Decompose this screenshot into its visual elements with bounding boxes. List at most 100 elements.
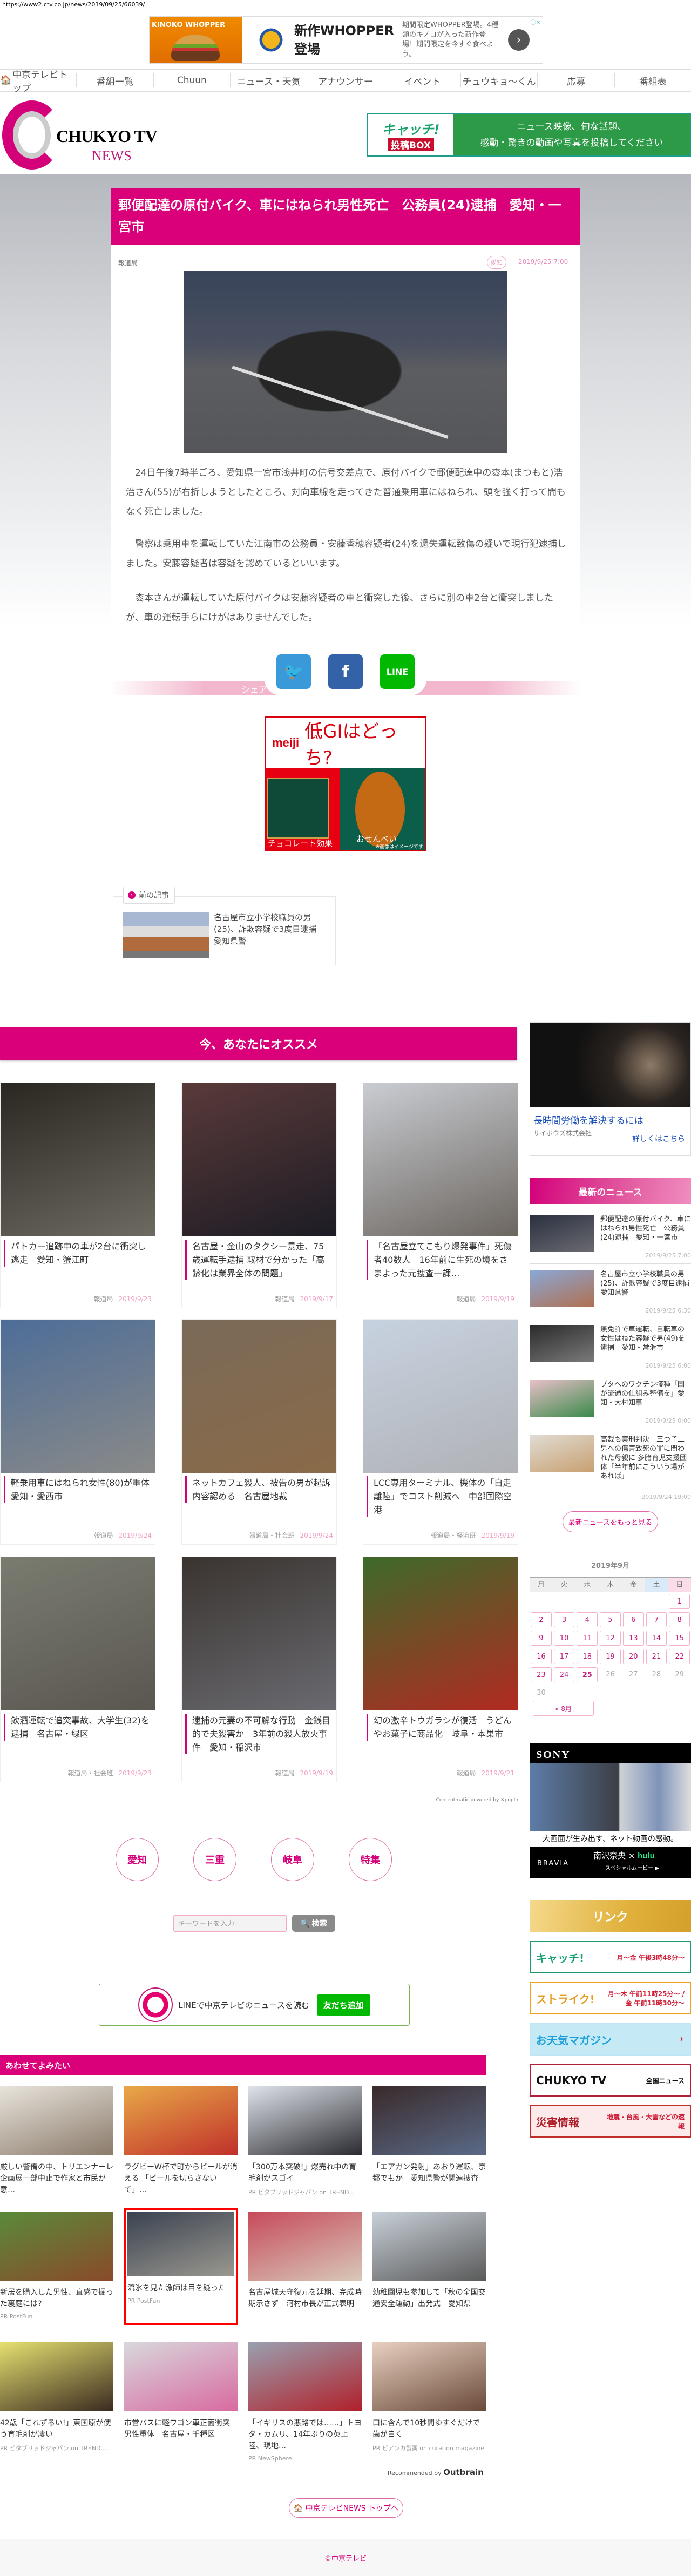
recommend-card[interactable]: 名古屋・金山のタクシー暴走、75歳運転手逮捕 取材で分かった「高齢化は業界全体の… [181,1083,337,1308]
awase-card[interactable]: 幼稚園児も参加して「秋の全国交通安全運動」出発式 愛知県 [372,2212,486,2310]
news-title[interactable]: 郵便配達の原付バイク、車にはねられ男性死亡 公務員(24)逮捕 愛知・一宮市 [600,1215,691,1242]
card-title[interactable]: LCC専用ターミナル、機体の「自走離陸」でコスト削減へ 中部国際空港 [367,1476,512,1517]
link-banner[interactable]: キャッチ! 月～金 午後3時48分～ [530,1941,691,1973]
calendar-day[interactable]: 20 [622,1649,644,1664]
calendar-day[interactable]: 2 [531,1612,552,1627]
card-title[interactable]: 「名古屋立てこもり爆発事件」死傷者40数人 16年前に生死の境をさまよった元捜査… [367,1240,512,1280]
news-title[interactable]: 高裁も実刑判決 三つ子二男への傷害致死の罪に問われた母親に 多胎育児支援団体「半… [600,1435,691,1481]
card-thumbnail[interactable] [182,1557,336,1710]
card-thumbnail[interactable] [127,2212,234,2276]
card-title[interactable]: 市営バスに軽ワゴン車正面衝突 男性重体 名古屋・千種区 [124,2418,238,2440]
calendar-day[interactable]: 4 [577,1612,598,1627]
awase-card[interactable]: 市営バスに軽ワゴン車正面衝突 男性重体 名古屋・千種区 [124,2342,238,2440]
line-add-friend-button[interactable]: 友だち追加 [316,1994,370,2016]
prev-article-title[interactable]: 名古屋市立小学校職員の男(25)、詐欺容疑で3度目逮捕 愛知県警 [214,911,324,947]
region-button[interactable]: 三重 [193,1838,236,1881]
card-thumbnail[interactable] [124,2342,238,2411]
awase-card[interactable]: ラグビーW杯で町からビールが消える 「ビールを切らさないで」… [124,2086,238,2196]
latest-news-item[interactable]: ブタへのワクチン接種「国が流通の仕組み整備を」愛知・大村知事 2019/9/25 … [530,1380,691,1429]
calendar-day[interactable]: 15 [669,1631,690,1646]
news-thumbnail[interactable] [530,1270,594,1307]
card-thumbnail[interactable] [363,1557,518,1710]
twitter-share-button[interactable]: 🐦 [276,654,311,689]
card-thumbnail[interactable] [363,1320,518,1473]
awase-card[interactable]: 名古屋城天守復元を延期、完成時期示さず 河村市長が正式表明 [248,2212,362,2310]
nav-item[interactable]: 応募 [538,73,615,87]
link-banner[interactable]: 災害情報 地震・台風・大雪などの速報 [530,2105,691,2138]
card-title[interactable]: 幻の激辛トウガラシが復活 うどんやお菓子に商品化 岐阜・本巣市 [367,1714,512,1741]
popin-credit[interactable]: Contentmatic powered by ✕popIn [0,1795,518,1803]
card-thumbnail[interactable] [182,1083,336,1236]
news-title[interactable]: 無免許で車運転、自転車の女性はねた容疑で男(49)を逮捕 愛知・常滑市 [600,1325,691,1353]
card-thumbnail[interactable] [1,1320,155,1473]
ad-choices-icon[interactable]: ⓘ✕ [531,18,540,26]
burger-king-ad[interactable]: KINOKO WHOPPER 新作WHOPPER登場 期間限定WHOPPER登場… [149,16,543,64]
card-thumbnail[interactable] [372,2212,486,2281]
calendar-prev-month[interactable]: « 8月 [533,1701,594,1716]
calendar-day[interactable]: 17 [553,1649,575,1664]
sony-bravia-ad[interactable]: SONY 大画面が生み出す、ネット動画の感動。 BRAVIA 南沢奈央 × hu… [530,1743,691,1878]
calendar-day[interactable]: 6 [622,1612,644,1627]
more-news-button[interactable]: 最新ニュースをもっと見る [563,1511,658,1532]
awase-card[interactable]: 新居を購入した男性、直感で掘った裏庭には? PR PostFun [0,2212,113,2320]
card-thumbnail[interactable] [248,2342,362,2411]
calendar-day[interactable]: 19 [600,1649,621,1664]
chukyo-tv-news-logo[interactable]: CHUKYO TV NEWS [0,100,162,171]
card-title[interactable]: 幼稚園児も参加して「秋の全国交通安全運動」出発式 愛知県 [372,2287,486,2310]
news-thumbnail[interactable] [530,1435,594,1472]
card-title[interactable]: 流氷を見た漁師は目を疑った [127,2283,234,2294]
ad-title[interactable]: 長時間労働を解決するには [533,1113,687,1126]
card-thumbnail[interactable] [182,1320,336,1473]
latest-news-item[interactable]: 名古屋市立小学校職員の男(25)、詐欺容疑で3度目逮捕 愛知県警 2019/9/2… [530,1270,691,1319]
awase-card[interactable]: 42歳「これずるい!」東国原が使う育毛剤が凄い PR ビタブリッドジャパン on … [0,2342,113,2452]
nav-item[interactable]: 🏠 中京テレビトップ [0,70,77,94]
catch-post-box-banner[interactable]: キャッチ! 投稿BOX ニュース映像、旬な話題、 感動・驚きの動画や写真を投稿してく… [367,113,691,157]
calendar-day[interactable]: 13 [622,1631,644,1646]
cybozu-ad[interactable]: 長時間労働を解決するには サイボウズ株式会社 詳しくはこちら [530,1022,691,1156]
card-thumbnail[interactable] [1,1083,155,1236]
news-title[interactable]: 名古屋市立小学校職員の男(25)、詐欺容疑で3度目逮捕 愛知県警 [600,1270,691,1297]
awase-card[interactable]: 口に含んで10秒間ゆすぐだけで歯が白く PR ビアンカ製薬 on curation… [372,2342,486,2452]
recommend-card[interactable]: パトカー追跡中の車が2台に衝突し逃走 愛知・蟹江町 報道局 2019/9/23 [0,1083,155,1308]
calendar-day[interactable]: 16 [531,1649,552,1664]
card-thumbnail[interactable] [0,2342,113,2411]
recommend-card[interactable]: 「名古屋立てこもり爆発事件」死傷者40数人 16年前に生死の境をさまよった元捜査… [363,1083,518,1308]
nav-item[interactable]: イベント [384,73,461,87]
news-title[interactable]: ブタへのワクチン接種「国が流通の仕組み整備を」愛知・大村知事 [600,1380,691,1408]
link-banner[interactable]: お天気マガジン ☀ [530,2023,691,2056]
calendar-day[interactable]: 24 [553,1667,575,1682]
card-title[interactable]: 軽乗用車にはねられ女性(80)が重体 愛知・愛西市 [4,1476,158,1503]
card-title[interactable]: 「300万本突破!」爆売れ中の育毛剤がスゴイ [248,2162,362,2185]
awase-card[interactable]: 流氷を見た漁師は目を疑った PR PostFun [124,2208,238,2325]
awase-card[interactable]: 厳しい警備の中、トリエンナーレ企画展一部中止で作家と市民が意… [0,2086,113,2196]
calendar-day[interactable]: 3 [553,1612,575,1627]
ad-arrow-icon[interactable]: › [508,29,530,51]
region-button[interactable]: 特集 [349,1838,392,1881]
nav-item[interactable]: 番組表 [615,73,691,87]
nav-item[interactable]: Chuun [154,73,231,87]
latest-news-item[interactable]: 無免許で車運転、自転車の女性はねた容疑で男(49)を逮捕 愛知・常滑市 2019/… [530,1325,691,1374]
link-banner[interactable]: ストライク! 月～木 午前11時25分～ / 金 午前11時30分～ [530,1982,691,2014]
card-thumbnail[interactable] [0,2086,113,2155]
calendar-day[interactable]: 5 [600,1612,621,1627]
region-button[interactable]: 愛知 [116,1838,159,1881]
nav-item[interactable]: チュウキョ～くん [461,73,538,87]
calendar-day[interactable]: 10 [553,1631,575,1646]
prev-article-button[interactable]: ‹ 前の記事 [123,887,175,904]
nav-item[interactable]: 番組一覧 [77,73,154,87]
link-banner[interactable]: CHUKYO TV 全国ニュース [530,2064,691,2097]
meiji-ad[interactable]: meiji 低GIはどっち? チョコレート効果 おせんべい ※画像はイメージです [265,716,426,851]
card-title[interactable]: 口に含んで10秒間ゆすぐだけで歯が白く [372,2418,486,2440]
card-thumbnail[interactable] [372,2086,486,2155]
nav-item[interactable]: アナウンサー [307,73,384,87]
calendar-day[interactable]: 7 [646,1612,667,1627]
news-thumbnail[interactable] [530,1325,594,1362]
card-title[interactable]: 厳しい警備の中、トリエンナーレ企画展一部中止で作家と市民が意… [0,2162,113,2196]
nav-item[interactable]: ニュース・天気 [231,73,308,87]
recommend-card[interactable]: 逮捕の元妻の不可解な行動 金銭目的で夫殺害か 3年前の殺人放火事件 愛知・稲沢市… [181,1557,337,1782]
card-title[interactable]: 新居を購入した男性、直感で掘った裏庭には? [0,2287,113,2310]
article-tag[interactable]: 愛知 [487,256,506,269]
card-title[interactable]: 42歳「これずるい!」東国原が使う育毛剤が凄い [0,2418,113,2440]
calendar-day[interactable]: 14 [646,1631,667,1646]
outbrain-credit[interactable]: Recommended by Outbrain [388,2467,484,2477]
